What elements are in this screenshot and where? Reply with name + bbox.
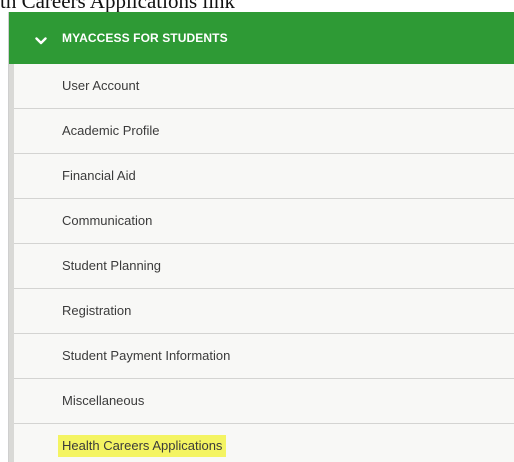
myaccess-menu: MYACCESS FOR STUDENTS User Account Acade… (8, 12, 514, 462)
menu-item-student-planning[interactable]: Student Planning (14, 244, 514, 289)
menu-item-communication[interactable]: Communication (14, 199, 514, 244)
page: th Careers Applications link MYACCESS FO… (0, 0, 514, 462)
caption-text: th Careers Applications link (0, 0, 236, 13)
chevron-down-icon[interactable] (35, 32, 47, 45)
menu-item-financial-aid[interactable]: Financial Aid (14, 154, 514, 199)
menu-header-myaccess-for-students[interactable]: MYACCESS FOR STUDENTS (9, 12, 514, 64)
menu-item-student-payment-information[interactable]: Student Payment Information (14, 334, 514, 379)
menu-item-health-careers-applications[interactable]: Health Careers Applications (14, 424, 514, 462)
menu-item-registration[interactable]: Registration (14, 289, 514, 334)
menu-item-label: Academic Profile (62, 123, 160, 138)
menu-item-user-account[interactable]: User Account (14, 64, 514, 109)
menu-item-label: Student Planning (62, 258, 162, 273)
menu-item-label: Financial Aid (62, 168, 136, 183)
menu-header-label: MYACCESS FOR STUDENTS (62, 31, 228, 45)
menu-item-label: Registration (62, 303, 132, 318)
menu-item-label: Miscellaneous (62, 393, 145, 408)
menu-item-label-highlighted: Health Careers Applications (58, 435, 227, 457)
menu-item-miscellaneous[interactable]: Miscellaneous (14, 379, 514, 424)
menu-item-label: Communication (62, 213, 153, 228)
menu-item-label: User Account (62, 78, 140, 93)
menu-item-academic-profile[interactable]: Academic Profile (14, 109, 514, 154)
menu-list: User Account Academic Profile Financial … (14, 64, 514, 462)
menu-item-label: Student Payment Information (62, 348, 231, 363)
